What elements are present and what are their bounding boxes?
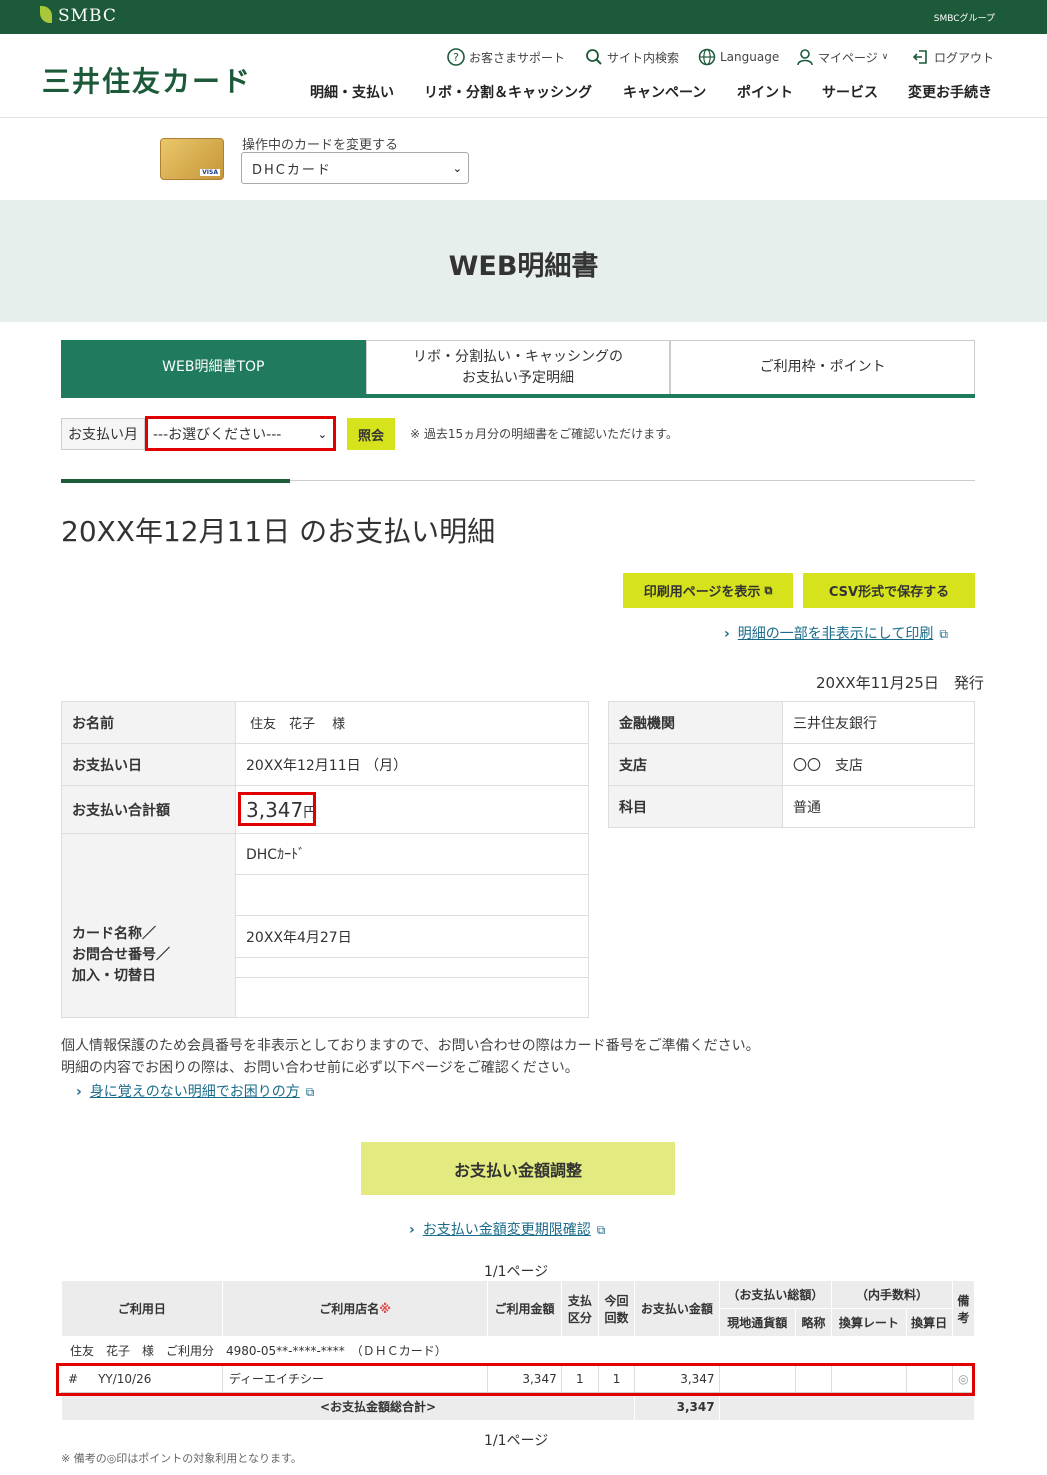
card-name-value: DHCｶｰﾄﾞ [235, 833, 589, 875]
help-circle-icon: ? [447, 48, 465, 66]
csv-save-button[interactable]: CSV形式で保存する [803, 573, 975, 608]
privacy-note: 個人情報保護のため会員番号を非表示としておりますので、お問い合わせの際はカード番… [61, 1038, 760, 1054]
col-local: 現地通貨額 [718, 1308, 796, 1337]
bank-info-table: 金融機関 三井住友銀行 支店 〇〇 支店 科目 普通 [608, 701, 975, 828]
card-info-label: カード名称／ お問合せ番号／ 加入・切替日 [61, 833, 236, 1018]
payment-date-label: お支払い日 [61, 743, 236, 786]
user-icon [797, 49, 813, 66]
external-link-icon: ⧉ [939, 627, 948, 641]
account-type-value: 普通 [782, 785, 975, 828]
col-pay: お支払い金額 [634, 1280, 720, 1337]
top-bar: SMBC SMBCグループ [0, 0, 1047, 34]
branch-label: 支店 [608, 743, 783, 786]
leaf-icon [40, 6, 52, 23]
search-button[interactable]: 照会 [347, 418, 395, 450]
col-conv-date: 換算日 [905, 1308, 953, 1337]
external-link-icon: ⧉ [764, 583, 773, 597]
pager-top: 1/1ページ [484, 1264, 549, 1280]
statement-tabs: WEB明細書TOP リボ・分割払い・キャッシングの お支払い予定明細 ご利用枠・… [61, 340, 976, 398]
col-rate: 換算レート [831, 1308, 907, 1337]
support-link[interactable]: ? お客さまサポート [447, 48, 565, 66]
chevron-right-icon: › [76, 1084, 82, 1100]
branch-value: 〇〇 支店 [782, 743, 975, 786]
col-date: ご利用日 [61, 1280, 223, 1337]
group-link[interactable]: SMBCグループ [934, 11, 995, 24]
unknown-charge-link[interactable]: › 身に覚えのない明細でお困りの方 ⧉ [76, 1081, 314, 1101]
language-link[interactable]: Language [698, 48, 779, 66]
bank-value: 三井住友銀行 [782, 701, 975, 744]
nav-revolving[interactable]: リボ・分割＆キャッシング [424, 82, 592, 102]
col-kubun: 支払 区分 [560, 1280, 599, 1337]
payment-month-label: お支払い月 [61, 418, 145, 450]
external-link-icon: ⧉ [305, 1085, 315, 1099]
payment-adjust-button[interactable]: お支払い金額調整 [361, 1142, 675, 1195]
chevron-down-icon: ⌄ [317, 427, 327, 441]
month-filter-note: ※ 過去15ヵ月分の明細書をご確認いただけます。 [410, 427, 678, 441]
issue-date: 20XX年11月25日 発行 [816, 674, 984, 692]
pager-bottom: 1/1ページ [484, 1433, 549, 1449]
col-total-group: （お支払い総額） [718, 1280, 833, 1309]
divider-accent [61, 479, 290, 483]
statement-table: ご利用日 ご利用店名※ ご利用金額 支払 区分 今回 回数 お支払い金額 （お支… [60, 1280, 976, 1421]
search-icon [586, 49, 602, 65]
col-abbr: 略称 [794, 1308, 833, 1337]
highlight-box [238, 792, 316, 826]
logout-link[interactable]: ログアウト [912, 48, 994, 66]
site-logo[interactable]: 三井住友カード [42, 60, 252, 100]
chevron-right-icon: › [409, 1222, 415, 1238]
total-row-value: 3,347 [634, 1392, 720, 1421]
chevron-down-icon: ∨ [881, 52, 889, 62]
nav-procedures[interactable]: 変更お手続き [908, 82, 992, 102]
mypage-menu[interactable]: マイページ ∨ [796, 48, 888, 66]
card-select[interactable]: DHCカード ⌄ [241, 152, 469, 184]
logout-icon [912, 50, 927, 64]
bank-label: 金融機関 [608, 701, 783, 744]
chevron-right-icon: › [724, 626, 730, 642]
page-title: WEB明細書 [448, 251, 599, 282]
total-row-label: <お支払金額総合計> [60, 1392, 636, 1421]
site-search-link[interactable]: サイト内検索 [585, 48, 679, 66]
name-label: お名前 [61, 701, 236, 744]
col-fee-group: （内手数料） [831, 1280, 953, 1309]
name-value: 住友 花子 様 [235, 701, 589, 744]
smbc-logo[interactable]: SMBC [40, 6, 117, 26]
print-page-button[interactable]: 印刷用ページを表示 ⧉ [623, 573, 793, 608]
partial-print-link[interactable]: › 明細の一部を非表示にして印刷 ⧉ [724, 623, 948, 643]
tab-limit-points[interactable]: ご利用枠・ポイント [670, 340, 976, 394]
card-select-label: 操作中のカードを変更する [242, 138, 399, 153]
account-type-label: 科目 [608, 785, 783, 828]
col-note: 備 考 [951, 1280, 976, 1337]
col-kaisuu: 今回 回数 [597, 1280, 636, 1337]
page-hero: WEB明細書 [0, 200, 1047, 322]
globe-icon [698, 48, 716, 66]
change-deadline-link[interactable]: › お支払い金額変更期限確認 ⧉ [409, 1219, 605, 1239]
inquiry-number-value [235, 874, 589, 916]
card-image: VISA [160, 138, 224, 180]
help-note: 明細の内容でお困りの際は、お問い合わせ前に必ず以下ページをご確認ください。 [61, 1060, 579, 1076]
col-shop: ご利用店名※ [221, 1280, 489, 1337]
site-header: 三井住友カード ? お客さまサポート サイト内検索 Language マイページ… [0, 34, 1047, 118]
footnote: ※ 備考の◎印はポイントの対象利用となります。 [61, 1452, 302, 1465]
highlight-box [56, 1363, 975, 1396]
nav-statement[interactable]: 明細・支払い [310, 82, 394, 102]
nav-campaign[interactable]: キャンペーン [623, 82, 706, 102]
svg-text:?: ? [453, 51, 459, 64]
payment-month-select[interactable]: ---お選びください--- ⌄ [149, 420, 333, 448]
tab-web-statement-top[interactable]: WEB明細書TOP [61, 340, 366, 394]
external-link-icon: ⧉ [596, 1223, 606, 1237]
payment-date-value: 20XX年12月11日 （月） [235, 743, 589, 786]
nav-point[interactable]: ポイント [737, 82, 793, 102]
payment-info-table: お名前 住友 花子 様 お支払い日 20XX年12月11日 （月） お支払い合計額 … [61, 701, 589, 1018]
tab-revolving-schedule[interactable]: リボ・分割払い・キャッシングの お支払い予定明細 [365, 340, 671, 394]
col-amount: ご利用金額 [487, 1280, 562, 1337]
user-row: 住友 花子 様 ご利用分 4980-05**-****-**** （ＤＨＣカード… [61, 1336, 975, 1365]
total-label: お支払い合計額 [61, 785, 236, 834]
join-date-value: 20XX年4月27日 [235, 915, 589, 958]
chevron-down-icon: ⌄ [452, 161, 462, 175]
nav-service[interactable]: サービス [822, 82, 878, 102]
statement-title: 20XX年12月11日 のお支払い明細 [61, 515, 496, 548]
